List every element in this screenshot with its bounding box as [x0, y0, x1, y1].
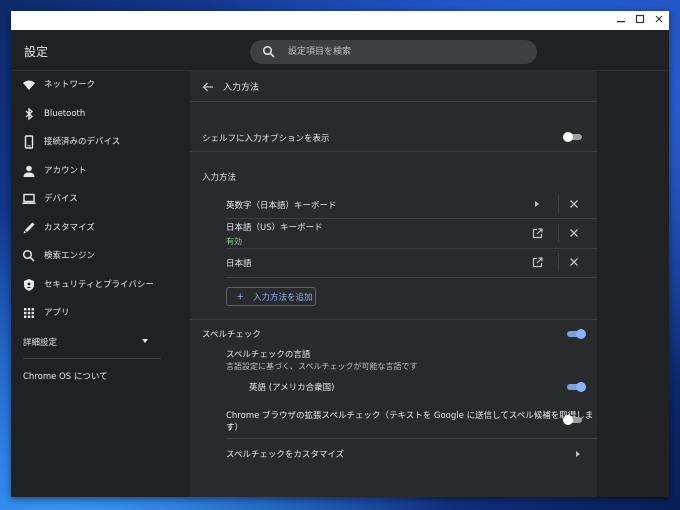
- caret-down-icon[interactable]: [142, 339, 148, 343]
- divider: [558, 253, 559, 271]
- laptop-icon: [22, 193, 36, 204]
- app-header: 設定: [11, 30, 669, 71]
- sidebar-item-connected-devices[interactable]: 接続済みのデバイス: [11, 128, 190, 156]
- sidebar: ネットワーク Bluetooth 接続済みのデバイス アカウント デバイス カス…: [11, 71, 190, 497]
- close-icon[interactable]: [649, 11, 669, 30]
- sidebar-item-security[interactable]: セキュリティとプライバシー: [11, 271, 190, 299]
- divider: [190, 151, 597, 152]
- divider: [190, 319, 597, 320]
- sidebar-item-device[interactable]: デバイス: [11, 185, 190, 213]
- advanced-settings-toggle[interactable]: 詳細設定: [23, 336, 57, 348]
- divider: [226, 218, 597, 219]
- external-link-icon[interactable]: [532, 257, 543, 268]
- divider: [226, 438, 597, 439]
- bluetooth-icon: [25, 107, 33, 121]
- shield-icon: [24, 279, 34, 291]
- plus-icon: +: [237, 291, 244, 303]
- pen-icon: [23, 222, 35, 234]
- divider: [190, 101, 597, 102]
- spellcheck-languages-label: スペルチェックの言語: [226, 350, 311, 360]
- search-icon: [262, 45, 275, 58]
- about-chrome-os-link[interactable]: Chrome OS について: [23, 370, 108, 382]
- customize-spellcheck-link[interactable]: スペルチェックをカスタマイズ: [226, 448, 344, 460]
- search-icon: [22, 249, 35, 262]
- page-title: 入力方法: [223, 83, 260, 93]
- input-method-label[interactable]: 英数字（日本語）キーボード: [226, 199, 337, 211]
- sidebar-item-label: Bluetooth: [44, 109, 86, 119]
- divider: [226, 277, 597, 278]
- remove-icon[interactable]: [569, 199, 579, 209]
- back-arrow-icon[interactable]: [202, 81, 214, 93]
- sidebar-item-label: ネットワーク: [44, 80, 96, 90]
- input-method-label[interactable]: 日本語: [226, 257, 252, 269]
- enhanced-spellcheck-toggle[interactable]: [563, 415, 582, 425]
- input-method-status: 有効: [226, 237, 242, 246]
- sidebar-item-label: セキュリティとプライバシー: [44, 280, 154, 290]
- sidebar-item-account[interactable]: アカウント: [11, 157, 190, 185]
- remove-icon[interactable]: [569, 228, 579, 238]
- sidebar-item-label: デバイス: [44, 194, 78, 204]
- sidebar-item-label: アプリ: [44, 308, 70, 318]
- apps-grid-icon: [24, 308, 34, 318]
- spellcheck-toggle[interactable]: [567, 329, 586, 339]
- sidebar-item-label: 検索エンジン: [44, 251, 96, 261]
- arrow-right-icon[interactable]: [535, 201, 539, 207]
- wifi-icon: [23, 80, 35, 90]
- add-input-method-label: 入力方法を追加: [253, 292, 313, 302]
- maximize-icon[interactable]: [630, 11, 650, 30]
- divider: [558, 195, 559, 213]
- sidebar-item-search-engine[interactable]: 検索エンジン: [11, 242, 190, 270]
- input-methods-header: 入力方法: [202, 173, 237, 183]
- divider: [558, 224, 559, 242]
- divider: [226, 248, 597, 249]
- input-method-label[interactable]: 日本語（US）キーボード: [226, 221, 323, 233]
- spellcheck-languages-description: 言語設定に基づく、スペルチェックが可能な言語です: [226, 362, 418, 371]
- sidebar-item-label: カスタマイズ: [44, 223, 95, 233]
- phone-icon: [24, 135, 34, 149]
- app-title: 設定: [24, 45, 49, 59]
- sidebar-item-customize[interactable]: カスタマイズ: [11, 214, 190, 242]
- search-input[interactable]: [288, 40, 528, 64]
- add-input-method-button[interactable]: + 入力方法を追加: [226, 287, 316, 306]
- sidebar-divider: [23, 358, 161, 359]
- sidebar-item-bluetooth[interactable]: Bluetooth: [11, 100, 190, 128]
- settings-card: 入力方法 シェルフに入力オプションを表示 入力方法 英数字（日本語）キーボード …: [190, 71, 597, 497]
- spellcheck-label: スペルチェック: [202, 330, 261, 340]
- enhanced-spellcheck-label-continued: す）: [226, 423, 244, 433]
- minimize-icon[interactable]: [611, 11, 631, 30]
- title-bar: [11, 11, 669, 30]
- sidebar-item-apps[interactable]: アプリ: [11, 299, 190, 327]
- settings-window: 設定 ネットワーク Bluetooth 接続済: [11, 11, 669, 497]
- shelf-option-label: シェルフに入力オプションを表示: [202, 134, 330, 144]
- spellcheck-language-toggle[interactable]: [567, 382, 586, 392]
- sidebar-item-network[interactable]: ネットワーク: [11, 71, 190, 99]
- sidebar-item-label: 接続済みのデバイス: [44, 137, 121, 147]
- shelf-option-toggle[interactable]: [563, 132, 582, 142]
- person-icon: [23, 165, 35, 177]
- spellcheck-language-item: 英語 (アメリカ合衆国): [249, 383, 335, 393]
- arrow-right-icon[interactable]: [576, 451, 580, 457]
- search-box[interactable]: [250, 40, 537, 64]
- external-link-icon[interactable]: [532, 228, 543, 239]
- enhanced-spellcheck-label: Chrome ブラウザの拡張スペルチェック（テキストを Google に送信して…: [226, 411, 594, 433]
- remove-icon[interactable]: [569, 257, 579, 267]
- sidebar-item-label: アカウント: [44, 166, 87, 176]
